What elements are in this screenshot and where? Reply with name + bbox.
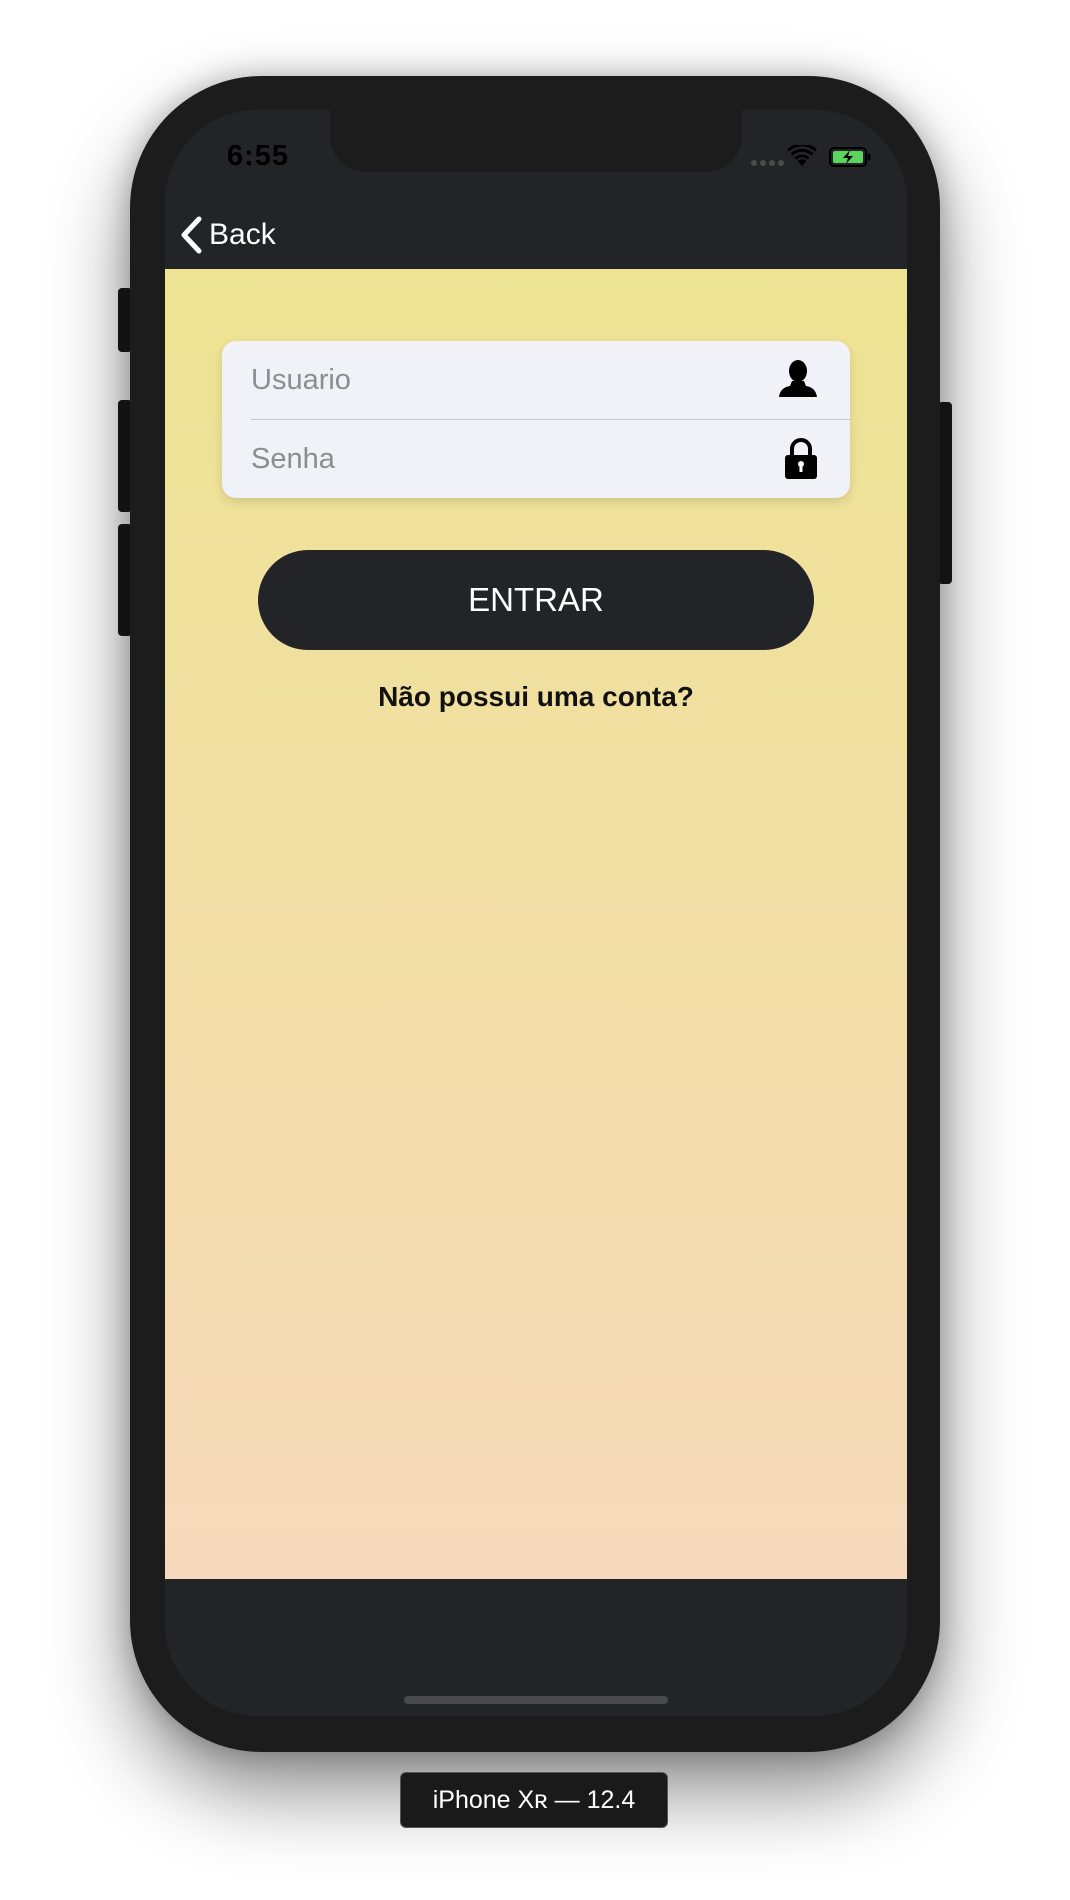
status-bar: 6:55 xyxy=(165,110,907,204)
signal-dots-icon xyxy=(751,160,784,166)
back-label: Back xyxy=(209,218,276,251)
simulator-stage: 6:55 Back Usuario ENTRAR Não possui uma … xyxy=(0,0,1070,1900)
chevron-left-icon xyxy=(181,216,202,254)
signup-link[interactable]: Não possui uma conta? xyxy=(165,681,907,713)
back-button[interactable]: Back xyxy=(179,204,276,266)
notch xyxy=(330,110,742,172)
wifi-icon xyxy=(787,145,817,166)
username-row xyxy=(222,341,850,419)
password-input[interactable] xyxy=(251,442,731,476)
status-time: 6:55 xyxy=(227,140,290,172)
username-input[interactable] xyxy=(251,363,731,397)
login-content: ENTRAR Não possui uma conta? xyxy=(165,269,907,1579)
user-silhouette-icon xyxy=(779,360,817,397)
home-indicator[interactable] xyxy=(404,1696,668,1704)
password-row xyxy=(222,420,850,498)
battery-charging-icon xyxy=(829,147,871,167)
lock-icon xyxy=(785,438,817,479)
side-button xyxy=(938,402,952,584)
login-form-card xyxy=(222,341,850,498)
simulator-device-label: iPhone Xʀ — 12.4 xyxy=(400,1772,668,1828)
device-screen: 6:55 Back Usuario ENTRAR Não possui uma … xyxy=(165,110,907,1716)
enter-button[interactable]: ENTRAR xyxy=(258,550,814,650)
